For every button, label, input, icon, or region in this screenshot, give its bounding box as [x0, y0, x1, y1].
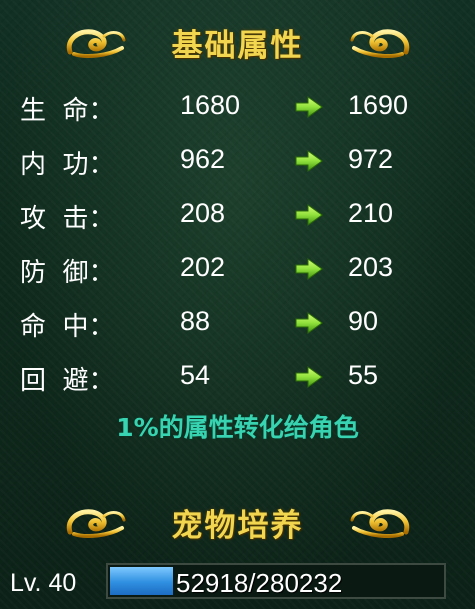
- stat-label: 命 中：: [20, 312, 115, 342]
- level-label: Lv. 40: [10, 569, 77, 597]
- green-right-arrow-icon: [294, 148, 324, 174]
- stat-current-value: 962: [180, 144, 226, 174]
- stat-next-value: 972: [348, 144, 394, 174]
- cloud-ornament-icon: [348, 22, 412, 62]
- stat-current-value: 208: [180, 198, 226, 228]
- stat-current-value: 54: [180, 360, 211, 390]
- stat-next-value: 210: [348, 198, 394, 228]
- basic-attributes-header: 基础属性: [0, 14, 475, 70]
- stat-row-attack: 攻 击： 208 210: [0, 188, 475, 242]
- stat-row-defense: 防 御： 202 203: [0, 242, 475, 296]
- experience-bar: 52918/280232: [106, 563, 446, 599]
- stat-current-value: 202: [180, 252, 226, 282]
- green-right-arrow-icon: [294, 94, 324, 120]
- stat-label: 生 命：: [20, 96, 115, 126]
- green-right-arrow-icon: [294, 202, 324, 228]
- stat-row-hp: 生 命： 1680 1690: [0, 80, 475, 134]
- stat-current-value: 1680: [180, 90, 241, 120]
- stat-next-value: 55: [348, 360, 379, 390]
- stat-label: 防 御：: [20, 258, 115, 288]
- stat-current-value: 88: [180, 306, 211, 336]
- green-right-arrow-icon: [294, 310, 324, 336]
- experience-text: 52918/280232: [176, 568, 343, 598]
- green-right-arrow-icon: [294, 364, 324, 390]
- pet-training-header: 宠物培养: [0, 494, 475, 550]
- pet-training-title: 宠物培养: [171, 507, 304, 544]
- stat-row-internal-power: 内 功： 962 972: [0, 134, 475, 188]
- experience-bar-fill: [110, 567, 173, 595]
- stat-next-value: 1690: [348, 90, 409, 120]
- cloud-ornament-icon: [64, 22, 128, 62]
- cloud-ornament-icon: [348, 502, 412, 542]
- stat-row-evasion: 回 避： 54 55: [0, 350, 475, 404]
- cloud-ornament-icon: [64, 502, 128, 542]
- stat-next-value: 203: [348, 252, 394, 282]
- basic-attributes-title: 基础属性: [171, 27, 304, 64]
- green-right-arrow-icon: [294, 256, 324, 282]
- stat-label: 内 功：: [20, 150, 115, 180]
- stat-label: 回 避：: [20, 366, 115, 396]
- level-experience-row: Lv. 40 52918/280232: [0, 560, 475, 604]
- stat-row-accuracy: 命 中： 88 90: [0, 296, 475, 350]
- stat-label: 攻 击：: [20, 204, 115, 234]
- conversion-note: 1%的属性转化给角色: [116, 413, 359, 442]
- stat-next-value: 90: [348, 306, 379, 336]
